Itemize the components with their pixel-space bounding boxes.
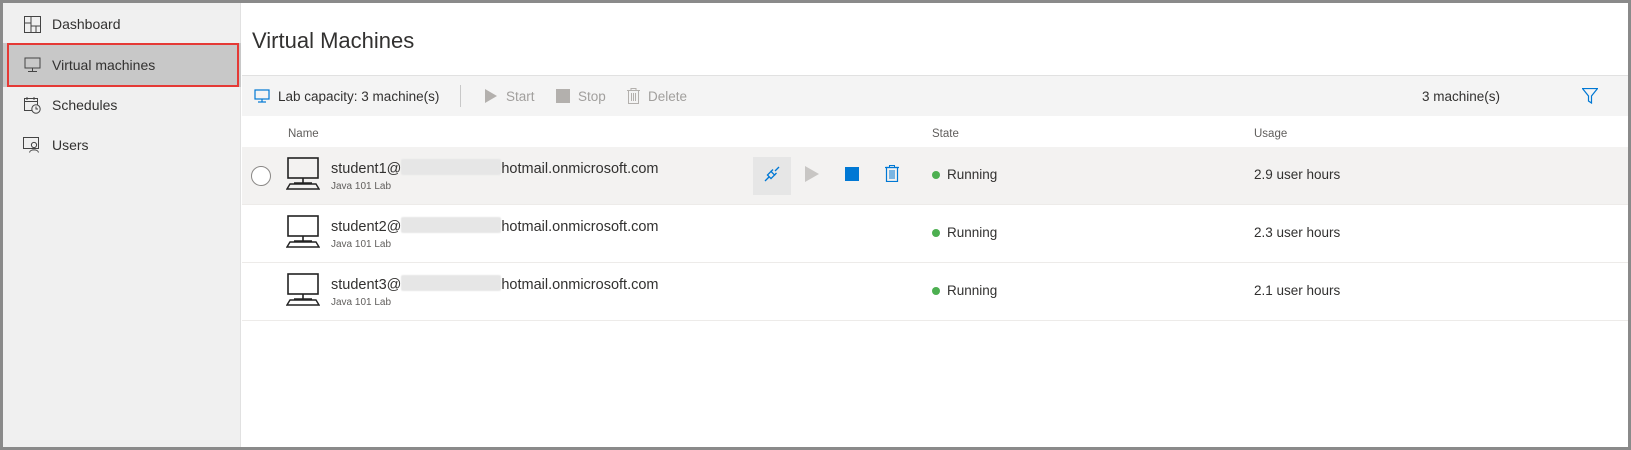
vm-name: student2@ hotmail.onmicrosoft.com xyxy=(331,217,659,235)
main-content: Virtual Machines Lab capacity: 3 machine… xyxy=(242,3,1628,447)
redacted-block xyxy=(401,217,502,233)
monitor-icon xyxy=(22,55,42,75)
column-header-usage[interactable]: Usage xyxy=(1254,128,1287,140)
stop-icon xyxy=(845,166,859,186)
computer-icon xyxy=(285,215,321,253)
vm-lab-name: Java 101 Lab xyxy=(331,239,392,250)
vm-usage: 2.3 user hours xyxy=(1254,225,1341,240)
sidebar-item-label: Virtual machines xyxy=(52,57,156,73)
row-select-radio[interactable] xyxy=(251,166,271,186)
sidebar-item-label: Dashboard xyxy=(52,16,121,32)
sidebar-item-users[interactable]: Users xyxy=(3,124,241,166)
state-label: Running xyxy=(947,167,998,182)
vm-state: Running xyxy=(932,283,997,298)
column-header-state[interactable]: State xyxy=(932,128,959,140)
vm-name-prefix: student3@ xyxy=(331,277,402,293)
redacted-block xyxy=(401,159,502,175)
status-dot xyxy=(932,170,940,179)
vm-name: student1@ hotmail.onmicrosoft.com xyxy=(331,159,659,177)
connect-button[interactable] xyxy=(753,157,791,195)
row-delete-button[interactable] xyxy=(873,157,911,195)
vm-name-suffix: hotmail.onmicrosoft.com xyxy=(501,161,659,177)
table-row[interactable]: student3@ hotmail.onmicrosoft.com Java 10… xyxy=(242,263,1628,321)
computer-icon xyxy=(285,157,321,195)
state-label: Running xyxy=(947,225,998,240)
start-button[interactable]: Start xyxy=(484,76,535,116)
user-icon xyxy=(22,135,42,155)
monitor-icon xyxy=(254,89,270,103)
row-actions xyxy=(753,157,913,195)
stop-icon xyxy=(556,89,570,103)
vm-name-suffix: hotmail.onmicrosoft.com xyxy=(501,277,659,293)
row-stop-button[interactable] xyxy=(833,157,871,195)
table-row[interactable]: student2@ hotmail.onmicrosoft.com Java 10… xyxy=(242,205,1628,263)
sidebar: Dashboard Virtual machines Schedules Use… xyxy=(3,3,241,447)
lab-capacity-button[interactable]: Lab capacity: 3 machine(s) xyxy=(254,76,439,116)
delete-button[interactable]: Delete xyxy=(627,76,687,116)
lab-capacity-label: Lab capacity: 3 machine(s) xyxy=(278,88,440,104)
play-icon xyxy=(484,88,498,104)
vm-state: Running xyxy=(932,225,997,240)
sidebar-item-virtual-machines[interactable]: Virtual machines xyxy=(3,43,241,87)
plug-icon xyxy=(764,166,780,187)
trash-icon xyxy=(885,165,899,187)
sidebar-item-label: Schedules xyxy=(52,97,118,113)
computer-icon xyxy=(285,273,321,311)
status-dot xyxy=(932,228,940,237)
start-label: Start xyxy=(506,88,535,104)
toolbar-divider xyxy=(460,85,461,107)
vm-usage: 2.1 user hours xyxy=(1254,283,1341,298)
vm-name-prefix: student2@ xyxy=(331,219,402,235)
filter-icon[interactable] xyxy=(1581,87,1599,107)
stop-label: Stop xyxy=(578,88,606,104)
stop-button[interactable]: Stop xyxy=(556,76,606,116)
sidebar-item-schedules[interactable]: Schedules xyxy=(3,84,241,126)
page-title: Virtual Machines xyxy=(252,28,415,53)
vm-name-prefix: student1@ xyxy=(331,161,402,177)
sidebar-item-label: Users xyxy=(52,137,89,153)
state-label: Running xyxy=(947,283,998,298)
delete-label: Delete xyxy=(648,88,688,104)
vm-usage: 2.9 user hours xyxy=(1254,167,1341,182)
dashboard-icon xyxy=(22,14,42,34)
sidebar-item-dashboard[interactable]: Dashboard xyxy=(3,3,241,45)
vm-lab-name: Java 101 Lab xyxy=(331,297,392,308)
toolbar: Lab capacity: 3 machine(s) Start Stop De… xyxy=(242,75,1628,116)
play-icon xyxy=(804,165,820,188)
vm-name: student3@ hotmail.onmicrosoft.com xyxy=(331,275,659,293)
status-dot xyxy=(932,286,940,295)
vm-state: Running xyxy=(932,167,997,182)
vm-name-suffix: hotmail.onmicrosoft.com xyxy=(501,219,659,235)
trash-icon xyxy=(627,88,640,104)
vm-lab-name: Java 101 Lab xyxy=(331,181,392,192)
calendar-clock-icon xyxy=(22,95,42,115)
row-start-button[interactable] xyxy=(793,157,831,195)
redacted-block xyxy=(401,275,502,291)
machine-count: 3 machine(s) xyxy=(1421,88,1500,104)
column-header-name[interactable]: Name xyxy=(288,128,319,140)
table-row[interactable]: student1@ hotmail.onmicrosoft.com Java 10… xyxy=(242,147,1628,205)
